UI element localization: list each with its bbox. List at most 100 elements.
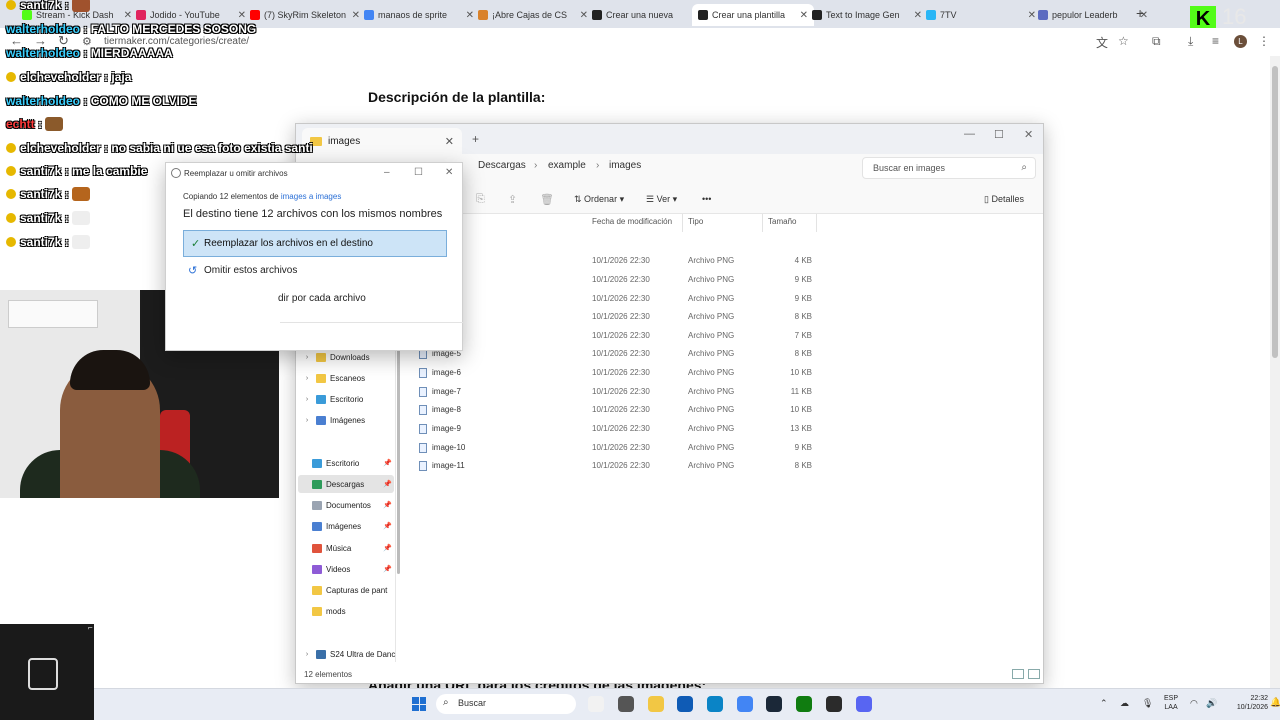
taskbar-app-icon[interactable] [856,696,872,712]
nav-item[interactable]: Descargas 📌 [298,475,394,493]
breadcrumb-descargas[interactable]: Descargas [478,160,526,171]
chat-username[interactable]: santi7k [20,211,61,225]
taskbar-app-icon[interactable] [707,696,723,712]
windows-start-icon[interactable] [412,697,426,711]
chat-username[interactable]: elcheveholder [20,141,101,155]
breadcrumb-example[interactable]: example [548,160,586,171]
browser-tab[interactable]: Crear una plantilla ✕ [692,4,814,26]
file-row[interactable]: image-9 10/1/2026 22:30 Archivo PNG 13 KB [416,420,816,438]
file-row[interactable]: image-5 10/1/2026 22:30 Archivo PNG 8 KB [416,345,816,363]
menu-icon[interactable]: ⋮ [1258,34,1270,48]
file-row[interactable]: image-7 10/1/2026 22:30 Archivo PNG 11 KB [416,383,816,401]
taskbar-app-icon[interactable] [826,696,842,712]
browser-tab[interactable]: 7TV ✕ [920,4,1042,26]
chat-username[interactable]: santi7k [20,164,61,178]
page-scrollbar[interactable] [1270,56,1280,688]
breadcrumb-images[interactable]: images [609,160,641,171]
nav-item[interactable]: Capturas de pant [298,581,394,599]
taskbar-app-icon[interactable] [648,696,664,712]
taskbar-search[interactable]: ⌕ Buscar [436,694,576,714]
skip-files-option[interactable]: ↺ Omitir estos archivos [188,265,297,277]
nav-item[interactable]: › Escritorio [302,390,398,408]
taskbar-clock[interactable]: 22:32 10/1/2026 [1226,694,1268,712]
notification-bell-icon[interactable]: 🔔 [1270,697,1280,708]
volume-icon[interactable]: 🔊 [1206,698,1217,709]
explorer-search-input[interactable]: Buscar en images ⌕ [862,157,1036,179]
chat-username[interactable]: santi7k [20,187,61,201]
dialog-minimize-icon[interactable]: – [384,167,390,178]
expand-chevron-icon[interactable]: › [302,396,312,403]
decide-each-file-option[interactable]: dir por cada archivo [278,293,366,304]
media-icon[interactable]: ≡ [1212,34,1219,48]
taskbar-app-icon[interactable] [677,696,693,712]
page-scrollbar-thumb[interactable] [1272,66,1278,358]
share-icon[interactable]: ⇪ [508,193,517,206]
file-row[interactable]: 10/1/2026 22:30 Archivo PNG 4 KB [416,252,816,270]
view-button[interactable]: ☰ Ver ▾ [646,194,677,205]
chat-username[interactable]: santi7k [20,0,61,12]
browser-tab[interactable]: (7) SkyRim Skeleton ✕ [244,4,366,26]
details-view-icon[interactable] [1012,669,1024,679]
replace-files-option[interactable]: ✓ Reemplazar los archivos en el destino [183,230,447,257]
dialog-close-icon[interactable]: ✕ [445,167,453,178]
nav-item[interactable]: › Escaneos [302,369,398,387]
close-window-icon[interactable]: ✕ [1024,128,1033,141]
tray-chevron-icon[interactable]: ⌃ [1100,698,1108,709]
taskbar-app-icon[interactable] [588,696,604,712]
taskbar-app-icon[interactable] [737,696,753,712]
file-row[interactable]: image-6 10/1/2026 22:30 Archivo PNG 10 KB [416,364,816,382]
expand-chevron-icon[interactable]: › [302,651,312,658]
file-row[interactable]: 10/1/2026 22:30 Archivo PNG 9 KB [416,271,816,289]
copy-icon[interactable]: ⎘ [476,193,485,206]
explorer-tab[interactable]: images ✕ [302,128,462,154]
file-row[interactable]: 10/1/2026 22:30 Archivo PNG 7 KB [416,327,816,345]
expand-chevron-icon[interactable]: › [302,375,312,382]
translate-icon[interactable]: 文 [1096,34,1108,51]
browser-tab[interactable]: manaos de sprite ✕ [358,4,480,26]
profile-avatar[interactable]: L [1234,35,1247,48]
sort-button[interactable]: ⇅ Ordenar ▾ [574,194,624,205]
browser-tab[interactable]: ¡Abre Cajas de CS ✕ [472,4,594,26]
new-tab-button[interactable]: + [1136,5,1144,21]
bookmark-star-icon[interactable]: ☆ [1118,34,1129,48]
column-date[interactable]: Fecha de modificación [592,217,672,226]
chat-username[interactable]: echtt [6,117,35,131]
expand-chevron-icon[interactable]: › [302,417,312,424]
file-row[interactable]: image-11 10/1/2026 22:30 Archivo PNG 8 KB [416,457,816,475]
chat-username[interactable]: elcheveholder [20,70,101,84]
nav-item[interactable]: Escritorio 📌 [298,454,394,472]
file-row[interactable]: 10/1/2026 22:30 Archivo PNG 9 KB [416,290,816,308]
file-row[interactable]: image-8 10/1/2026 22:30 Archivo PNG 10 KB [416,401,816,419]
download-icon[interactable]: ⤓ [1188,34,1193,49]
browser-tab[interactable]: Crear una nueva✕ [586,4,708,26]
column-size[interactable]: Tamaño [768,217,796,226]
close-tab-icon[interactable]: ✕ [445,135,454,148]
delete-icon[interactable]: 🗑 [540,193,554,206]
nav-item[interactable]: Música 📌 [298,539,394,557]
copy-source-link[interactable]: images a images [281,192,341,201]
nav-item[interactable]: Videos 📌 [298,560,394,578]
column-divider[interactable] [762,214,763,232]
dialog-maximize-icon[interactable]: ☐ [414,167,423,178]
column-divider[interactable] [682,214,683,232]
nav-item[interactable]: Documentos 📌 [298,496,394,514]
language-indicator[interactable]: ESP LAA [1164,694,1178,712]
more-options-button[interactable]: ••• [702,194,711,204]
microphone-icon[interactable]: 🎙 [1142,698,1153,709]
column-divider[interactable] [816,214,817,232]
browser-tab[interactable]: Text to Image Gen ✕ [806,4,928,26]
chat-username[interactable]: santi7k [20,235,61,249]
nav-item[interactable]: › Imágenes [302,411,398,429]
nav-item[interactable]: Imágenes 📌 [298,517,394,535]
taskbar-app-icon[interactable] [766,696,782,712]
maximize-icon[interactable]: ☐ [994,128,1004,141]
details-button[interactable]: ▯ Detalles [984,194,1024,205]
extensions-icon[interactable]: ⧉ [1152,34,1161,49]
chat-username[interactable]: walterholdeo [6,46,80,60]
chat-username[interactable]: walterholdeo [6,22,80,36]
taskbar-app-icon[interactable] [796,696,812,712]
chat-username[interactable]: walterholdeo [6,94,80,108]
tiles-view-icon[interactable] [1028,669,1040,679]
file-row[interactable]: 10/1/2026 22:30 Archivo PNG 8 KB [416,308,816,326]
add-tab-icon[interactable]: + [472,132,479,146]
